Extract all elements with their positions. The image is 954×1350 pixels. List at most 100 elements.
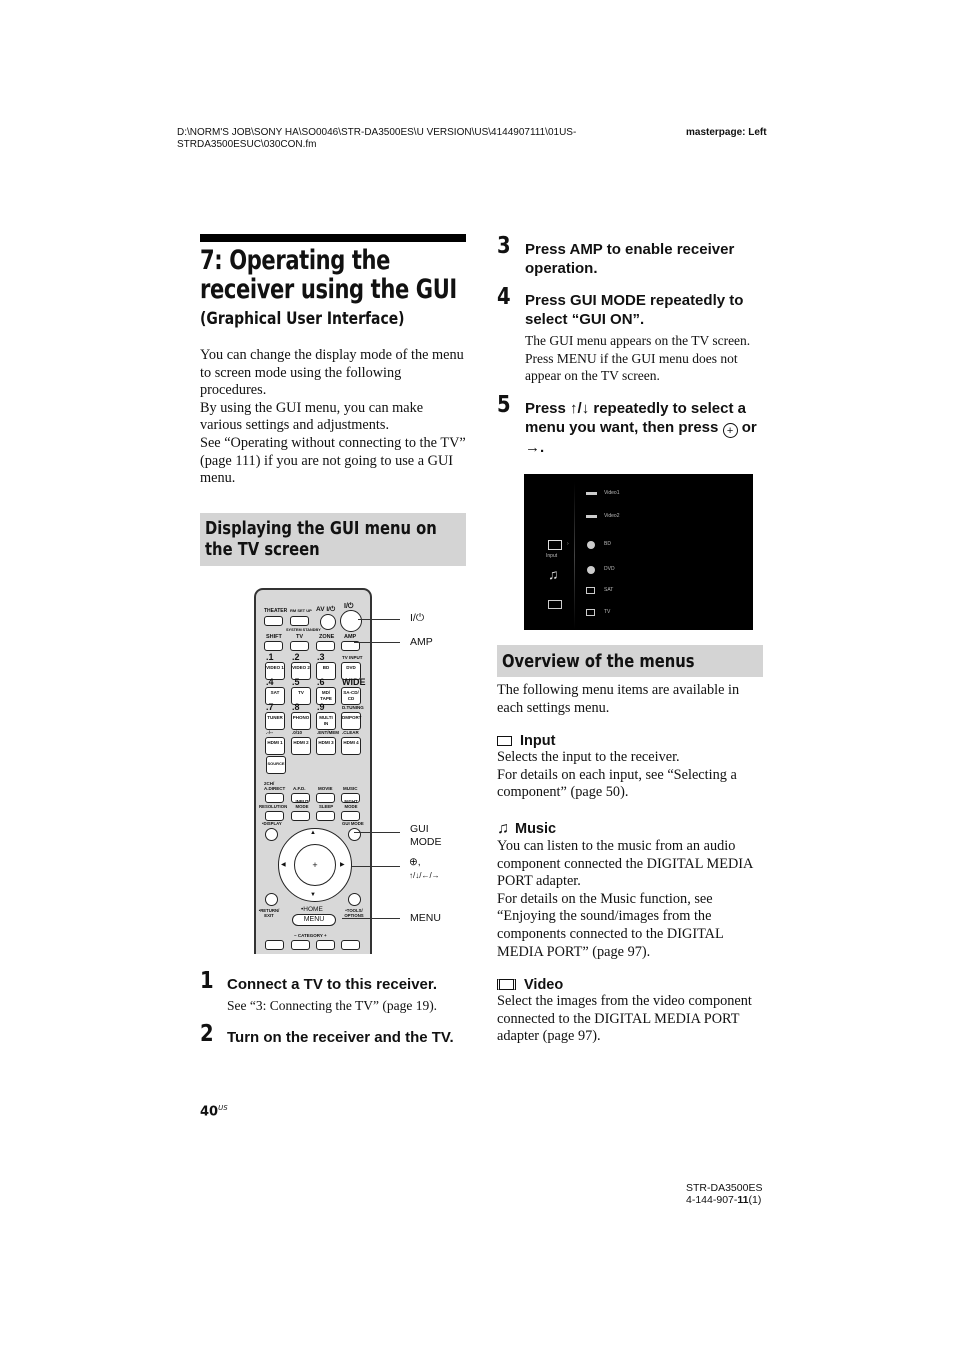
step-2-text: Turn on the receiver and the TV. xyxy=(227,1029,454,1046)
remote-label-category: − CATEGORY + xyxy=(294,933,327,938)
category-plus-button xyxy=(316,940,335,950)
menu-title: Music xyxy=(515,821,557,837)
callout-enter-arrows: ⊕, ↑/↓/←/→ xyxy=(409,856,440,882)
menu-description: For details on the Music function, see “… xyxy=(497,890,724,960)
section-header-displaying-gui: Displaying the GUI menu on the TV screen xyxy=(200,513,466,566)
numpad-secondary-label: .6 xyxy=(317,677,325,687)
step-4-detail: The GUI menu appears on the TV screen. P… xyxy=(525,333,751,384)
av-power-button xyxy=(320,614,336,630)
enter-icon: + xyxy=(722,423,738,438)
numpad-secondary-label: WIDE xyxy=(342,677,366,687)
remote-label-gui-mode: GUI MODE xyxy=(342,821,364,826)
menu-entry-video: Video Select the images from the video c… xyxy=(497,977,767,1046)
menu-heading: ♫ Music xyxy=(497,820,767,838)
callout-gui-mode: GUI MODE xyxy=(410,823,442,848)
remote-label-display: •DISPLAY xyxy=(262,821,282,826)
step-number-1: 1 xyxy=(200,968,214,994)
menu-heading: Video xyxy=(497,977,767,993)
resolution-button xyxy=(265,811,284,821)
callout-power: I/⏻ xyxy=(410,612,425,624)
gui-item-label: Video2 xyxy=(604,513,620,519)
intro-paragraph: You can change the display mode of the m… xyxy=(200,347,464,399)
remote-label-resolution: RESOLUTION xyxy=(259,804,288,809)
intro-text: You can change the display mode of the m… xyxy=(200,347,468,488)
step-number-3: 3 xyxy=(497,233,511,259)
down-arrow-icon: ▼ xyxy=(310,892,316,898)
gui-item-label: Video1 xyxy=(604,490,620,496)
numpad-secondary-label: .5 xyxy=(292,677,300,687)
video-icon xyxy=(548,600,562,609)
section-title: Displaying the GUI menu on the TV screen xyxy=(205,518,437,560)
doc-code-suffix: (1) xyxy=(748,1194,762,1206)
menu-title: Input xyxy=(520,733,556,749)
callout-arrows: ↑/↓/←/→ xyxy=(409,871,440,880)
remote-label-return-exit: •RETURN/ EXIT xyxy=(258,908,280,918)
remote-label-night-mode: NIGHT MODE xyxy=(344,799,358,809)
doc-code-version: 11 xyxy=(737,1194,749,1206)
callout-amp: AMP xyxy=(410,636,433,648)
numpad-secondary-label: .-/-- xyxy=(266,730,273,735)
menu-description: For details on each input, see “Selectin… xyxy=(497,766,737,801)
numpad-key: TUNER xyxy=(265,712,285,730)
input-icon xyxy=(497,736,512,746)
intro-paragraph: See “Operating without connecting to the… xyxy=(200,434,466,487)
numpad-secondary-label: .9 xyxy=(317,702,325,712)
gui-item-label: SAT xyxy=(604,587,614,593)
numpad-key: HDMI 2 xyxy=(291,737,311,755)
page-number-suffix: US xyxy=(218,1104,228,1112)
menu-entry-music: ♫ Music You can listen to the music from … xyxy=(497,820,767,961)
numpad-key: HDMI 4 xyxy=(341,737,361,755)
up-arrow-icon: ▲ xyxy=(310,830,316,836)
right-arrow-icon: ▶ xyxy=(340,862,345,868)
section-title: Overview of the menus xyxy=(502,651,695,672)
numpad-secondary-label: .1 xyxy=(266,652,274,662)
remote-label-rm-setup: RM SET UP xyxy=(290,608,312,613)
numpad-secondary-label: TV INPUT xyxy=(342,655,363,660)
tools-button xyxy=(348,893,361,906)
prev-track-button xyxy=(265,940,284,950)
step-number-5: 5 xyxy=(497,392,511,418)
gui-item-icon xyxy=(586,515,597,518)
numpad-key: HDMI 3 xyxy=(316,737,336,755)
numpad-key: HDMI 1 xyxy=(265,737,285,755)
power-button xyxy=(340,610,362,632)
gui-item-label: BD xyxy=(604,541,611,547)
remote-label-music: MUSIC xyxy=(343,786,358,791)
step-number-4: 4 xyxy=(497,284,511,310)
title-rule xyxy=(200,234,466,242)
input-mode-button xyxy=(291,811,310,821)
theater-button xyxy=(264,616,283,626)
callout-line-amp xyxy=(354,642,400,643)
numpad-secondary-label: .4 xyxy=(266,677,274,687)
remote-label-tv: TV xyxy=(296,634,304,640)
remote-label-theater: THEATER xyxy=(264,608,288,614)
tv-button xyxy=(290,641,309,651)
input-icon xyxy=(548,540,562,550)
shift-button xyxy=(264,641,283,651)
intro-paragraph: By using the GUI menu, you can make vari… xyxy=(200,399,424,434)
callout-line-power xyxy=(358,619,400,620)
step-3-text: Press AMP to enable receiver operation. xyxy=(525,241,735,277)
gui-chevron-icon: › xyxy=(567,541,569,547)
masterpage-label: masterpage: Left xyxy=(686,127,767,138)
next-track-button xyxy=(341,940,360,950)
doc-code-prefix: 4-144-907- xyxy=(686,1194,738,1206)
page-subtitle: (Graphical User Interface) xyxy=(200,309,405,329)
numpad-key: PHONO xyxy=(291,712,311,730)
video-icon xyxy=(497,979,516,990)
gui-item-icon xyxy=(586,609,595,616)
source-button: SOURCE xyxy=(266,756,286,774)
overview-intro-text: The following menu items are available i… xyxy=(497,682,740,716)
file-path-header: D:\NORM'S JOB\SONY HA\SO0046\STR-DA3500E… xyxy=(177,127,647,151)
remote-label-av-power: AV I/⏻ xyxy=(316,606,336,613)
menu-title: Video xyxy=(524,977,564,993)
return-button xyxy=(265,893,278,906)
gui-item-label: DVD xyxy=(604,566,615,572)
night-mode-button xyxy=(341,811,360,821)
numpad-key: MULTI IN xyxy=(316,712,336,730)
model-code: STR-DA3500ES 4-144-907-11(1) xyxy=(686,1182,762,1206)
gui-screen-illustration: Input › ♫ Video1 Video2 BD DVD SAT TV xyxy=(524,474,753,630)
callout-line-gui-mode xyxy=(354,832,400,833)
page-title: 7: Operating the receiver using the GUI xyxy=(200,245,457,305)
step-4-text: Press GUI MODE repeatedly to select “GUI… xyxy=(525,292,744,328)
